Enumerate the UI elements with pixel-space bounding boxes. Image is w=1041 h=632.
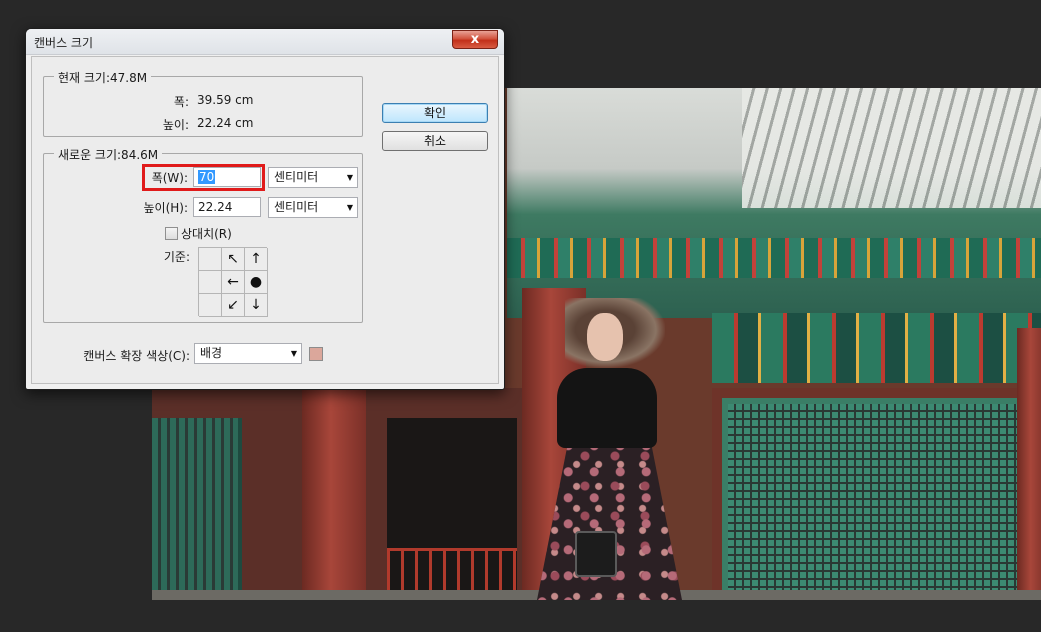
left-lattice-door <box>152 418 242 600</box>
woman-in-hanbok <box>537 293 707 600</box>
current-height-label: 높이: <box>162 118 189 132</box>
current-width-label: 폭: <box>173 95 189 109</box>
relative-checkbox-row[interactable]: 상대치(R) <box>165 225 232 242</box>
width-unit-value: 센티미터 <box>274 170 319 184</box>
new-height-label: 높이(H): <box>143 201 188 215</box>
dialog-body: 현재 크기:47.8M 폭: 39.59 cm 높이: 22.24 cm 확인 … <box>31 56 499 384</box>
chevron-down-icon: ▼ <box>346 203 353 212</box>
face <box>587 313 623 361</box>
height-unit-value: 센티미터 <box>274 200 319 214</box>
current-size-title: 현재 크기:47.8M <box>54 69 152 86</box>
height-input[interactable]: 22.24 <box>193 197 261 217</box>
ok-button[interactable]: 확인 <box>382 103 488 123</box>
black-top <box>557 368 657 448</box>
close-button[interactable]: x <box>452 30 498 49</box>
anchor-center[interactable]: ← <box>222 271 245 294</box>
arrow-up-left-icon: ↖ <box>227 251 239 267</box>
new-size-group: 새로운 크기:84.6M 폭(W): 70 센티미터 ▼ 높이(H): 22.2… <box>43 146 363 323</box>
width-unit-select[interactable]: 센티미터 ▼ <box>268 167 358 188</box>
new-size-title: 새로운 크기:84.6M <box>54 146 163 163</box>
relative-checkbox[interactable] <box>165 227 178 240</box>
current-size-group: 현재 크기:47.8M 폭: 39.59 cm 높이: 22.24 cm <box>43 69 363 137</box>
anchor-dot-icon: ● <box>249 274 263 290</box>
anchor-label: 기준: <box>163 250 190 264</box>
extension-color-label: 캔버스 확장 색상(C): <box>83 349 190 363</box>
cancel-button[interactable]: 취소 <box>382 131 488 151</box>
anchor-grid: ↖ ↑ ← ● ↙ ↓ <box>198 247 268 317</box>
right-lattice-doors <box>722 398 1032 600</box>
handbag <box>575 531 617 577</box>
canvas-size-dialog: 캔버스 크기 x 현재 크기:47.8M 폭: 39.59 cm 높이: 22.… <box>25 28 505 390</box>
width-highlight-annotation <box>142 164 265 191</box>
anchor-bottom-left[interactable] <box>199 294 222 317</box>
extension-color-value: 배경 <box>200 346 223 360</box>
height-unit-select[interactable]: 센티미터 ▼ <box>268 197 358 218</box>
height-input-value: 22.24 <box>198 200 233 214</box>
dialog-titlebar[interactable]: 캔버스 크기 x <box>26 29 504 55</box>
roof-tiles <box>742 88 1041 208</box>
extension-color-select[interactable]: 배경 ▼ <box>194 343 302 364</box>
painted-bracket <box>712 313 1041 383</box>
anchor-middle-right[interactable]: ● <box>245 271 268 294</box>
relative-label: 상대치(R) <box>181 227 232 241</box>
anchor-top-left[interactable] <box>199 248 222 271</box>
anchor-middle-left[interactable] <box>199 271 222 294</box>
painted-eave <box>507 238 1041 278</box>
arrow-up-icon: ↑ <box>250 251 262 267</box>
current-height-value: 22.24 cm <box>197 116 254 130</box>
arrow-left-icon: ← <box>227 274 239 290</box>
chevron-down-icon: ▼ <box>346 173 353 182</box>
anchor-top-right[interactable]: ↑ <box>245 248 268 271</box>
anchor-bottom-right[interactable]: ↓ <box>245 294 268 317</box>
current-width-value: 39.59 cm <box>197 93 254 107</box>
dialog-title: 캔버스 크기 <box>34 36 94 50</box>
red-pillar <box>1017 328 1041 600</box>
arrow-down-icon: ↓ <box>250 297 262 313</box>
extension-color-swatch[interactable] <box>309 347 323 361</box>
arrow-down-left-icon: ↙ <box>227 297 239 313</box>
anchor-top-center[interactable]: ↖ <box>222 248 245 271</box>
chevron-down-icon: ▼ <box>290 349 297 358</box>
close-icon: x <box>470 32 480 47</box>
anchor-bottom-center[interactable]: ↙ <box>222 294 245 317</box>
